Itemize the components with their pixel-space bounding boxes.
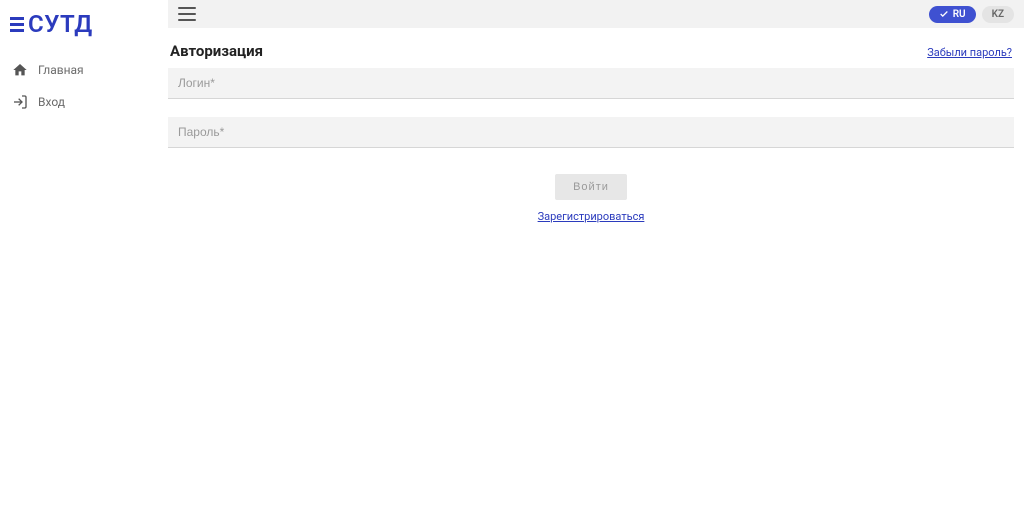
home-icon xyxy=(12,62,28,78)
sidebar-item-label: Главная xyxy=(38,63,84,77)
auth-content: Авторизация Забыли пароль? Войти Зарегис… xyxy=(168,28,1024,223)
language-ru-label: RU xyxy=(953,9,966,20)
language-kz[interactable]: KZ xyxy=(982,6,1014,23)
sidebar-item-login[interactable]: Вход xyxy=(0,86,168,118)
hamburger-icon[interactable] xyxy=(178,7,196,21)
login-input[interactable] xyxy=(168,68,1014,99)
language-kz-label: KZ xyxy=(992,9,1004,20)
sidebar: СУТД Главная Вход xyxy=(0,0,168,527)
form-actions: Войти Зарегистрироваться xyxy=(168,174,1014,223)
forgot-password-link[interactable]: Забыли пароль? xyxy=(927,46,1012,59)
language-ru[interactable]: RU xyxy=(929,6,976,23)
language-switcher: RU KZ xyxy=(929,6,1014,23)
brand-logo-text: СУТД xyxy=(28,10,93,38)
sidebar-item-label: Вход xyxy=(38,95,65,109)
title-row: Авторизация Забыли пароль? xyxy=(168,42,1014,68)
login-icon xyxy=(12,94,28,110)
sidebar-item-home[interactable]: Главная xyxy=(0,54,168,86)
page-title: Авторизация xyxy=(170,42,263,60)
checkmark-icon xyxy=(939,9,949,19)
menu-icon xyxy=(10,17,24,32)
password-input[interactable] xyxy=(168,117,1014,148)
brand-logo: СУТД xyxy=(0,6,168,48)
main: RU KZ Авторизация Забыли пароль? Войти З… xyxy=(168,0,1024,527)
sidebar-nav: Главная Вход xyxy=(0,54,168,118)
topbar: RU KZ xyxy=(168,0,1024,28)
register-link[interactable]: Зарегистрироваться xyxy=(538,210,645,223)
submit-button[interactable]: Войти xyxy=(555,174,627,200)
